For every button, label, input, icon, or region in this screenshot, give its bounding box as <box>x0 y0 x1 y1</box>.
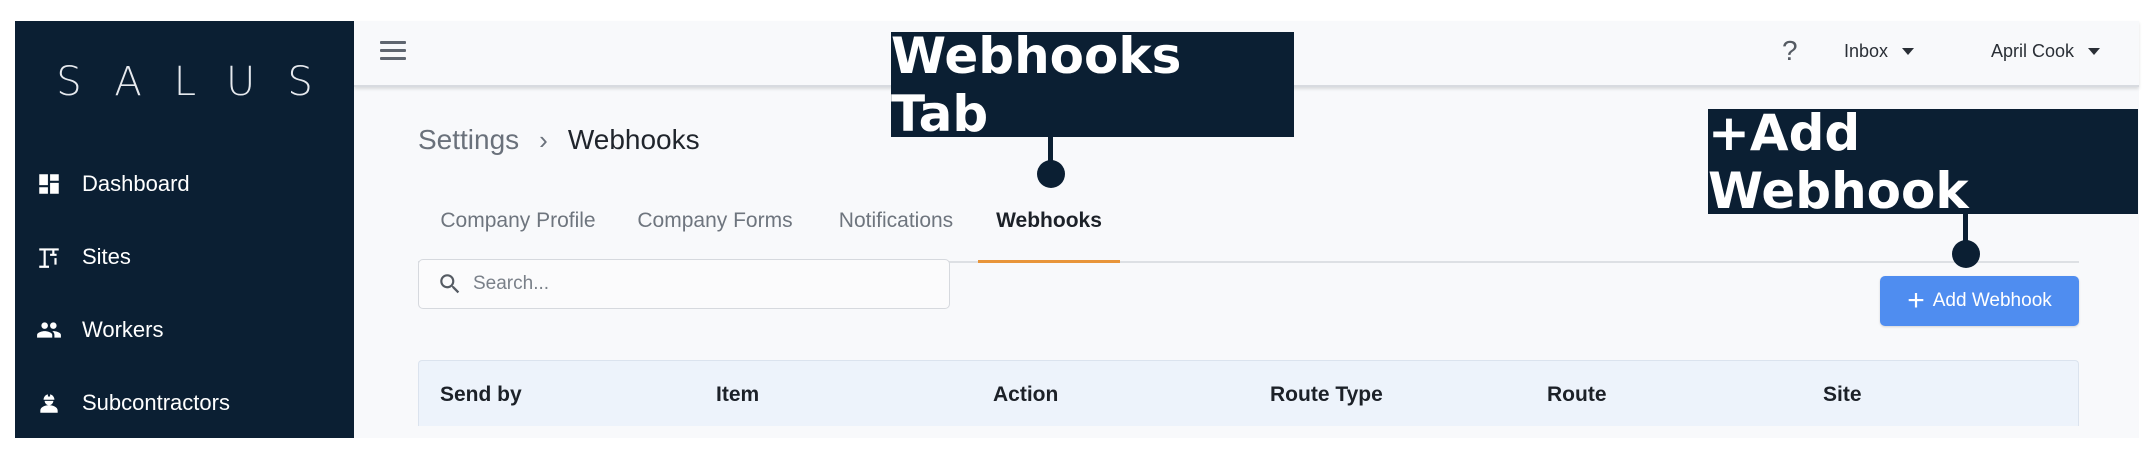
column-header-route[interactable]: Route <box>1547 383 1607 407</box>
sidebar-item-label: Workers <box>82 317 164 342</box>
callout-add-webhook-dot <box>1952 240 1980 268</box>
column-header-item[interactable]: Item <box>716 383 759 407</box>
callout-webhooks-tab-dot <box>1037 160 1065 188</box>
search-input[interactable] <box>473 273 933 295</box>
user-menu[interactable]: April Cook <box>1991 41 2101 62</box>
sidebar-item-subcontractors[interactable]: Subcontractors <box>15 373 354 433</box>
search-icon <box>440 274 460 294</box>
table-header: Send by Item Action Route Type Route Sit… <box>418 360 2079 426</box>
tab-company-profile[interactable]: Company Profile <box>418 181 618 261</box>
chevron-down-icon <box>2088 48 2101 55</box>
sidebar-item-label: Subcontractors <box>82 390 230 415</box>
column-header-action[interactable]: Action <box>993 383 1058 407</box>
sidebar-item-label: Sites <box>82 244 131 269</box>
menu-icon[interactable] <box>380 41 406 63</box>
tab-webhooks[interactable]: Webhooks <box>978 181 1120 263</box>
breadcrumb: Settings › Webhooks <box>418 124 700 156</box>
dashboard-icon <box>34 169 64 199</box>
breadcrumb-separator: › <box>539 124 548 155</box>
column-header-send-by[interactable]: Send by <box>440 383 522 407</box>
add-webhook-label: Add Webhook <box>1932 290 2052 311</box>
help-icon[interactable]: ? <box>1782 35 1798 67</box>
column-header-route-type[interactable]: Route Type <box>1270 383 1383 407</box>
salus-logo[interactable]: SALUS <box>15 59 354 105</box>
sidebar-item-sites[interactable]: Sites <box>15 227 354 287</box>
sidebar: SALUS Dashboard Sites Workers Subcontrac… <box>15 21 354 438</box>
engineer-icon <box>34 388 64 418</box>
people-icon <box>34 315 64 345</box>
add-webhook-button[interactable]: + Add Webhook <box>1880 276 2079 326</box>
plus-icon: + <box>1907 284 1925 317</box>
sidebar-item-dashboard[interactable]: Dashboard <box>15 154 354 214</box>
crane-icon <box>34 242 64 272</box>
sidebar-item-label: Dashboard <box>82 171 190 196</box>
breadcrumb-current: Webhooks <box>567 124 700 155</box>
chevron-down-icon <box>1902 48 1915 55</box>
tab-company-forms[interactable]: Company Forms <box>626 181 804 261</box>
callout-webhooks-tab: Webhooks Tab <box>891 27 1294 143</box>
inbox-label: Inbox <box>1844 41 1889 61</box>
column-header-site[interactable]: Site <box>1823 383 1862 407</box>
tab-notifications[interactable]: Notifications <box>812 181 980 261</box>
breadcrumb-settings[interactable]: Settings <box>418 124 519 156</box>
inbox-dropdown[interactable]: Inbox <box>1844 41 1915 62</box>
search-field <box>418 259 950 309</box>
user-name: April Cook <box>1991 41 2075 61</box>
callout-add-webhook: +Add Webhook <box>1708 104 2138 220</box>
sidebar-item-workers[interactable]: Workers <box>15 300 354 360</box>
